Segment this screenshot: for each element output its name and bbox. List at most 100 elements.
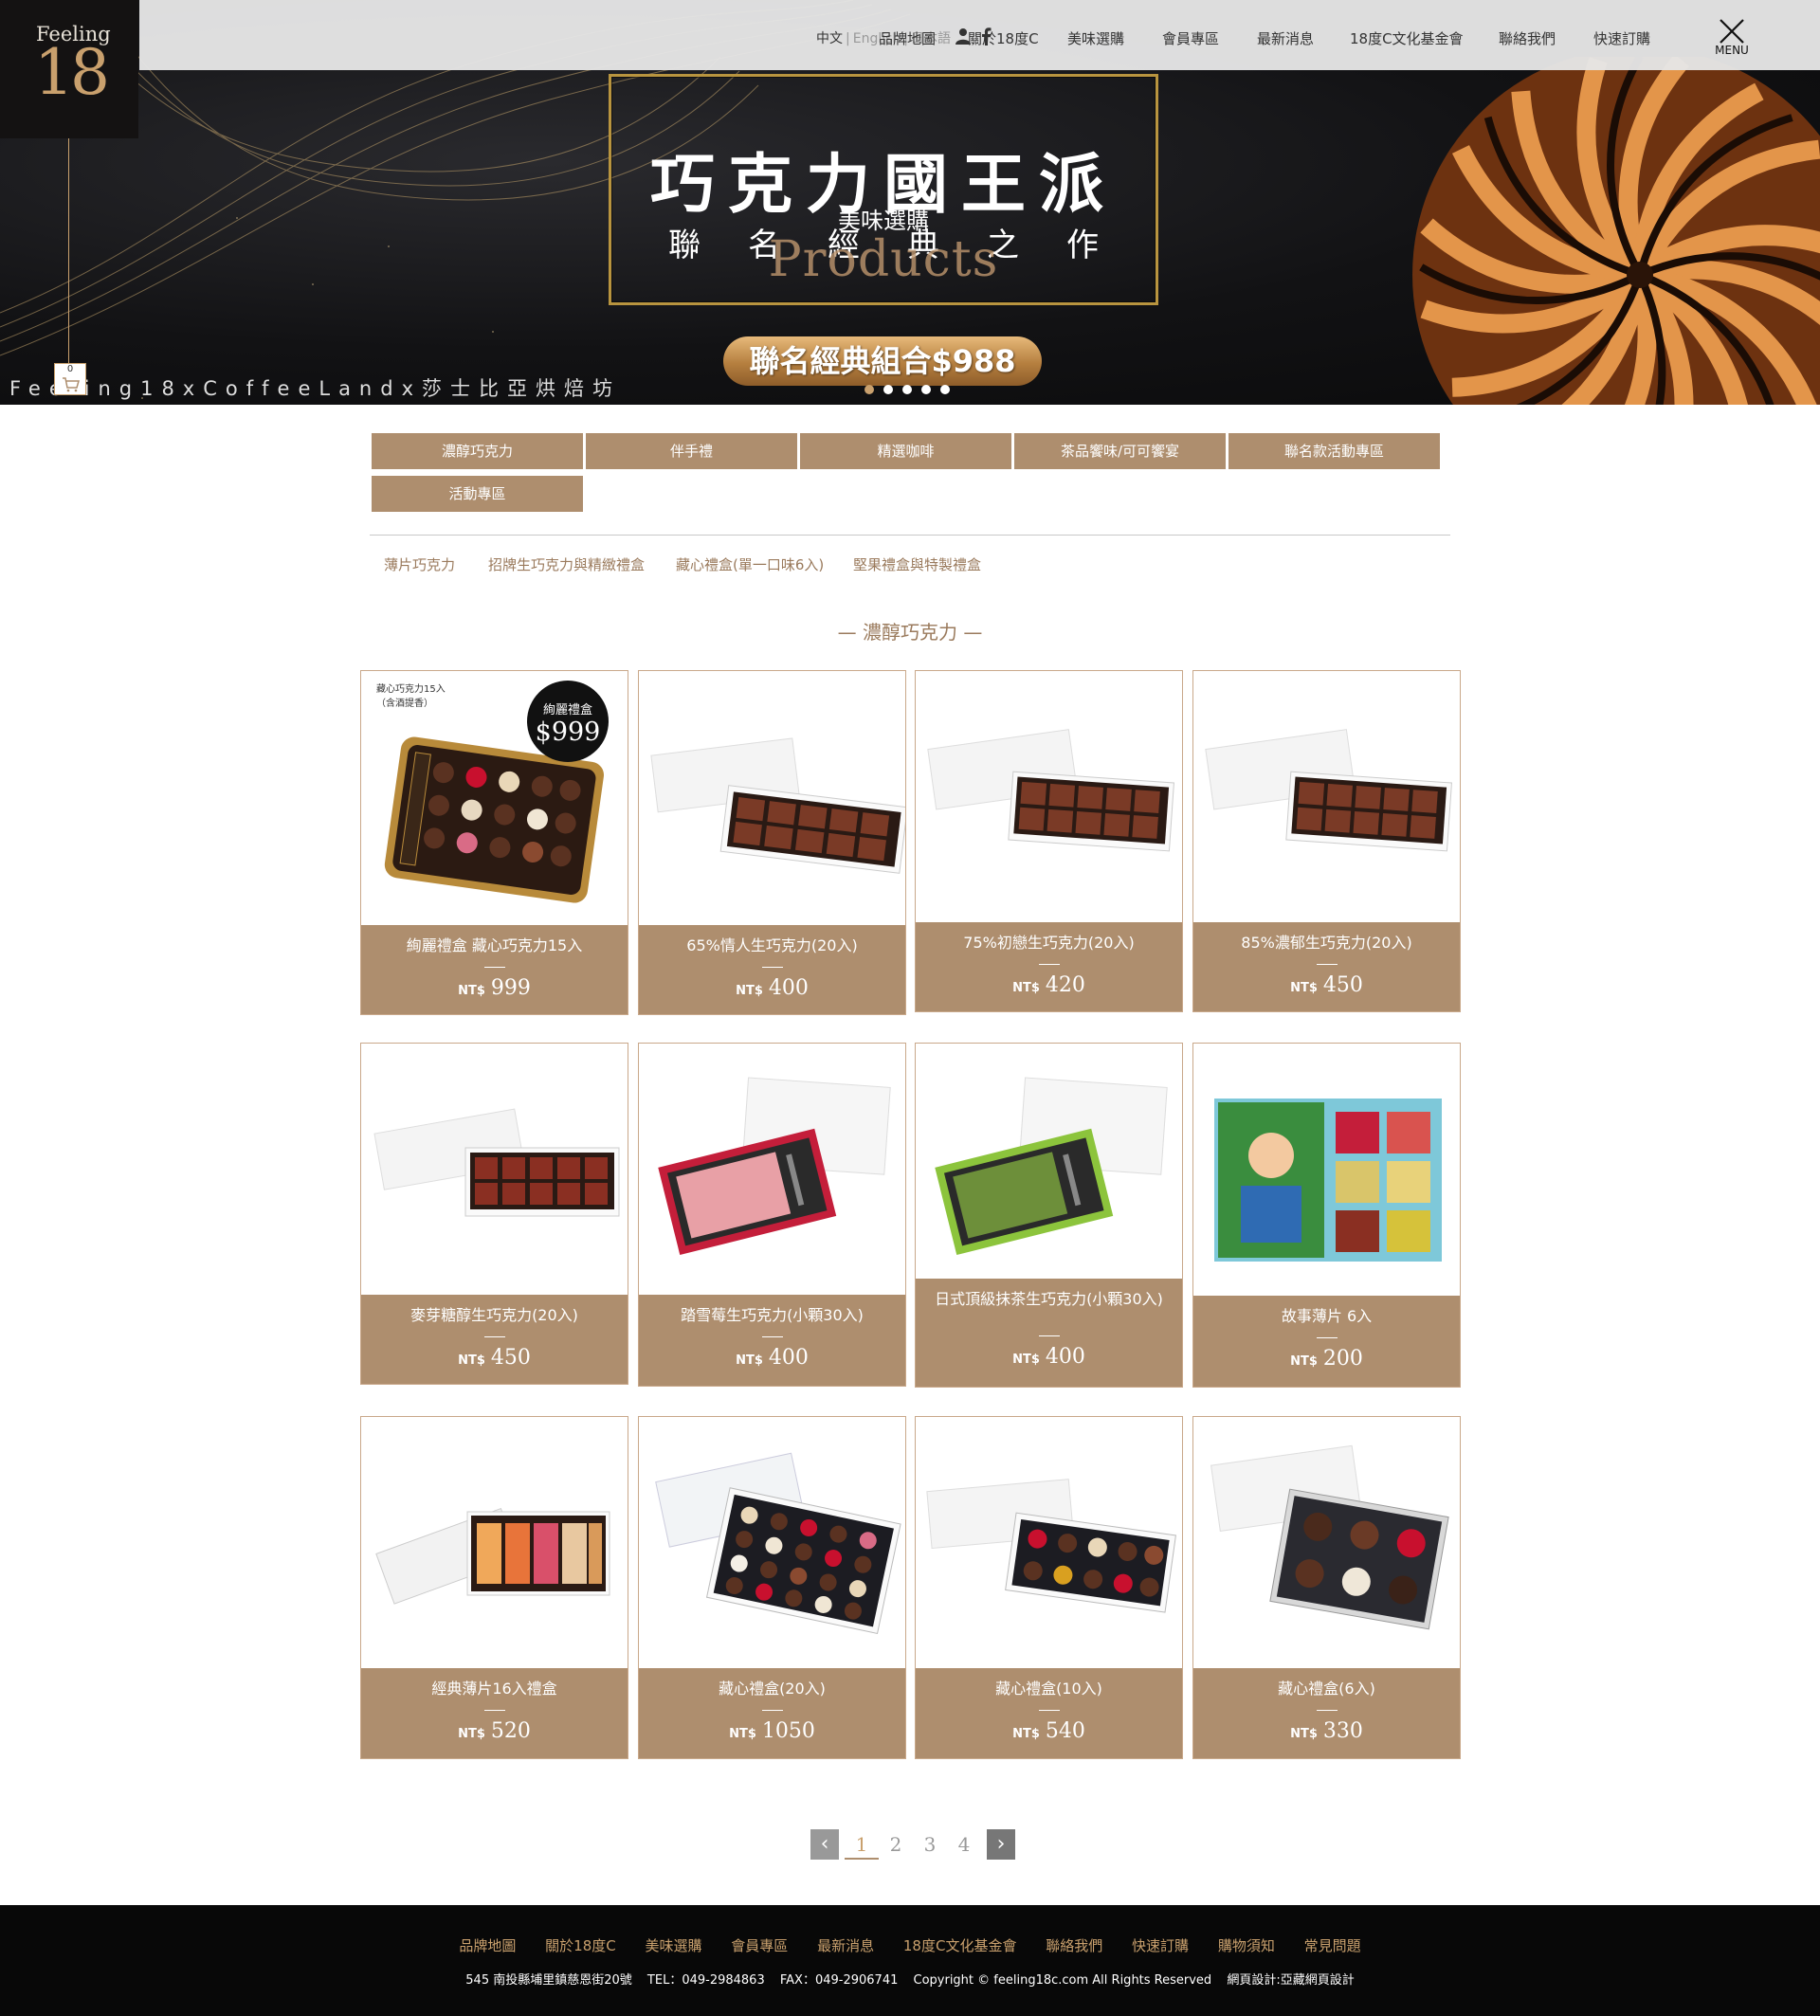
slider-dot[interactable] bbox=[902, 385, 912, 394]
tab-collab[interactable]: 聯名款活動專區 bbox=[1228, 433, 1440, 469]
product-image bbox=[916, 1044, 1182, 1295]
product-price: NT$ 400 bbox=[736, 1346, 809, 1370]
tab-tea-cocoa[interactable]: 茶品饗味/可可饗宴 bbox=[1014, 433, 1226, 469]
product-card[interactable]: 麥芽糖醇生巧克力(20入) NT$ 450 bbox=[360, 1043, 628, 1385]
product-image bbox=[361, 1417, 628, 1668]
tab-events[interactable]: 活動專區 bbox=[372, 476, 583, 512]
product-name: 85%濃郁生巧克力(20入) bbox=[1241, 934, 1412, 952]
prev-page-button[interactable]: ‹ bbox=[810, 1829, 839, 1860]
slider-dot[interactable] bbox=[921, 385, 931, 394]
next-page-button[interactable]: › bbox=[987, 1829, 1015, 1860]
gift-box-image bbox=[935, 1077, 1168, 1256]
cart-hanger-line bbox=[68, 138, 69, 364]
product-card[interactable]: 65%情人生巧克力(20入) NT$ 400 bbox=[638, 670, 906, 1015]
page-heading-zh: 美味選購 bbox=[838, 208, 929, 234]
site-logo[interactable]: Feeling 18 bbox=[0, 0, 138, 138]
footer-link-news[interactable]: 最新消息 bbox=[817, 1937, 874, 1954]
lang-zh-link[interactable]: 中文 bbox=[816, 31, 843, 46]
site-footer: 品牌地圖 關於18度C 美味選購 會員專區 最新消息 18度C文化基金會 聯絡我… bbox=[0, 1905, 1820, 2016]
footer-design-credit[interactable]: 網頁設計:亞藏網頁設計 bbox=[1227, 1973, 1354, 1988]
footer-link-shopping-info[interactable]: 購物須知 bbox=[1218, 1937, 1275, 1954]
footer-link-about[interactable]: 關於18度C bbox=[545, 1937, 616, 1954]
product-info: 75%初戀生巧克力(20入) NT$ 420 bbox=[916, 922, 1182, 1011]
subtab-hidden-heart[interactable]: 藏心禮盒(單一口味6入) bbox=[676, 554, 824, 574]
product-divider bbox=[1317, 1710, 1338, 1711]
slider-dot[interactable] bbox=[940, 385, 950, 394]
gift-box-image bbox=[655, 1452, 901, 1635]
gift-box-image bbox=[1205, 729, 1452, 852]
gift-box-image bbox=[927, 729, 1174, 852]
product-card[interactable]: 日式頂級抹茶生巧克力(小顆30入) NT$ 400 bbox=[915, 1043, 1183, 1388]
product-card[interactable]: 藏心巧克力15入 （含酒提香） 絢麗禮盒 $999 絢麗禮盒 藏心巧克力15入 … bbox=[360, 670, 628, 1015]
product-card[interactable]: 藏心禮盒(20入) NT$ 1050 bbox=[638, 1416, 906, 1759]
footer-link-member[interactable]: 會員專區 bbox=[731, 1937, 788, 1954]
page-2[interactable]: 2 bbox=[879, 1833, 913, 1856]
cart-count: 0 bbox=[66, 364, 74, 374]
page-4[interactable]: 4 bbox=[947, 1833, 981, 1856]
close-icon bbox=[1720, 19, 1744, 44]
nav-foundation[interactable]: 18度C文化基金會 bbox=[1350, 28, 1464, 48]
product-price: NT$ 420 bbox=[1012, 973, 1085, 997]
nav-member[interactable]: 會員專區 bbox=[1162, 28, 1219, 48]
subtab-signature[interactable]: 招牌生巧克力與精緻禮盒 bbox=[488, 554, 645, 574]
tab-coffee[interactable]: 精選咖啡 bbox=[800, 433, 1011, 469]
gift-box-image bbox=[375, 1507, 610, 1605]
menu-label: MENU bbox=[1715, 44, 1749, 57]
product-info: 85%濃郁生巧克力(20入) NT$ 450 bbox=[1193, 922, 1460, 1011]
product-price: NT$ 1050 bbox=[729, 1719, 815, 1743]
footer-link-faq[interactable]: 常見問題 bbox=[1304, 1937, 1361, 1954]
subtab-nut-boxes[interactable]: 堅果禮盒與特製禮盒 bbox=[853, 554, 981, 574]
footer-link-products[interactable]: 美味選購 bbox=[646, 1937, 702, 1954]
product-price: NT$ 999 bbox=[458, 976, 531, 1000]
gift-box-image bbox=[650, 737, 905, 874]
tab-souvenir[interactable]: 伴手禮 bbox=[586, 433, 797, 469]
hero-title-frame: 巧克力國王派 聯 名 經 典 之 作 Products 美味選購 bbox=[609, 74, 1158, 305]
product-card[interactable]: 經典薄片16入禮盒 NT$ 520 bbox=[360, 1416, 628, 1759]
page-1[interactable]: 1 bbox=[845, 1829, 879, 1860]
gift-box-image bbox=[658, 1077, 891, 1256]
nav-about[interactable]: 關於18度C bbox=[968, 28, 1039, 48]
nav-brand-map[interactable]: 品牌地圖 bbox=[879, 28, 936, 48]
product-divider bbox=[484, 967, 505, 968]
hero-promo-pill[interactable]: 聯名經典組合$988 bbox=[723, 336, 1042, 386]
product-info: 日式頂級抹茶生巧克力(小顆30入) NT$ 400 bbox=[916, 1279, 1182, 1387]
footer-link-quick-order[interactable]: 快速訂購 bbox=[1132, 1937, 1189, 1954]
cart-button[interactable]: 0 bbox=[54, 363, 86, 395]
nav-contact[interactable]: 聯絡我們 bbox=[1499, 28, 1556, 48]
slider-dot[interactable] bbox=[864, 385, 874, 394]
product-info: 踏雪莓生巧克力(小顆30入) NT$ 400 bbox=[639, 1295, 905, 1386]
product-info: 藏心禮盒(10入) NT$ 540 bbox=[916, 1668, 1182, 1758]
product-card[interactable]: 故事薄片 6入 NT$ 200 bbox=[1192, 1043, 1461, 1388]
product-image bbox=[639, 1417, 905, 1668]
product-price: NT$ 330 bbox=[1290, 1719, 1363, 1743]
product-info: 藏心禮盒(6入) NT$ 330 bbox=[1193, 1668, 1460, 1758]
product-card[interactable]: 藏心禮盒(6入) NT$ 330 bbox=[1192, 1416, 1461, 1759]
product-name: 藏心禮盒(10入) bbox=[995, 1680, 1102, 1698]
product-name: 日式頂級抹茶生巧克力(小顆30入) bbox=[935, 1290, 1163, 1308]
nav-products[interactable]: 美味選購 bbox=[1067, 28, 1124, 48]
subtab-thin-chocolate[interactable]: 薄片巧克力 bbox=[384, 554, 455, 574]
footer-link-foundation[interactable]: 18度C文化基金會 bbox=[903, 1937, 1017, 1954]
menu-button[interactable]: MENU bbox=[1709, 17, 1755, 63]
product-image bbox=[1193, 1044, 1460, 1295]
product-card[interactable]: 藏心禮盒(10入) NT$ 540 bbox=[915, 1416, 1183, 1759]
footer-link-contact[interactable]: 聯絡我們 bbox=[1046, 1937, 1102, 1954]
product-card[interactable]: 75%初戀生巧克力(20入) NT$ 420 bbox=[915, 670, 1183, 1012]
nav-news[interactable]: 最新消息 bbox=[1257, 28, 1314, 48]
product-divider bbox=[1317, 964, 1338, 965]
section-title: — 濃醇巧克力 — bbox=[837, 621, 983, 644]
product-name: 絢麗禮盒 藏心巧克力15入 bbox=[406, 936, 583, 954]
product-price: NT$ 520 bbox=[458, 1719, 531, 1743]
gift-box-image bbox=[1210, 1444, 1449, 1630]
slider-dot[interactable] bbox=[883, 385, 893, 394]
footer-link-brand-map[interactable]: 品牌地圖 bbox=[459, 1937, 516, 1954]
product-card[interactable]: 85%濃郁生巧克力(20入) NT$ 450 bbox=[1192, 670, 1461, 1012]
nav-quick-order[interactable]: 快速訂購 bbox=[1593, 28, 1650, 48]
product-price: NT$ 400 bbox=[736, 976, 809, 1000]
story-chocolate-box-image bbox=[1214, 1099, 1442, 1262]
product-card[interactable]: 踏雪莓生巧克力(小顆30入) NT$ 400 bbox=[638, 1043, 906, 1387]
product-name: 經典薄片16入禮盒 bbox=[431, 1680, 557, 1698]
tab-chocolate[interactable]: 濃醇巧克力 bbox=[372, 433, 583, 469]
page-3[interactable]: 3 bbox=[913, 1833, 947, 1856]
footer-info: 545 南投縣埔里鎮慈恩街20號 TEL：049-2984863 FAX：049… bbox=[0, 1970, 1820, 1988]
